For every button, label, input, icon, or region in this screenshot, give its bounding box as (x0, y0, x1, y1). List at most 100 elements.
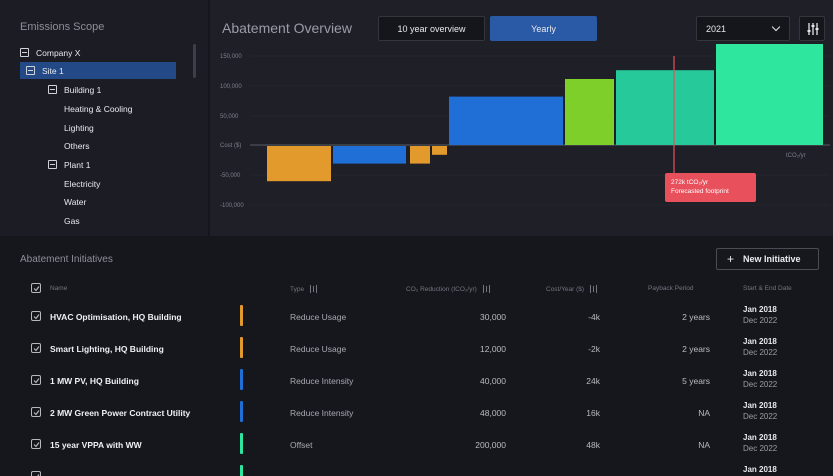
category-color-bar (240, 337, 243, 358)
minus-box-icon[interactable] (20, 48, 29, 57)
category-color-bar (240, 433, 243, 454)
new-initiative-button[interactable]: + New Initiative (716, 248, 819, 270)
row-checkbox[interactable] (31, 311, 41, 321)
start-date: Jan 2018 (743, 401, 777, 410)
abatement-chart: 150,000 100,000 50,000 Cost ($) -50,000 -100,… (220, 44, 830, 209)
column-options-icon[interactable] (590, 285, 598, 293)
row-checkbox[interactable] (31, 375, 41, 385)
check-icon (33, 442, 40, 448)
y-tick-label: -100,000 (220, 203, 244, 209)
tree-item-label: Water (64, 196, 87, 207)
tree-item-label: Lighting (64, 122, 94, 133)
plus-icon: + (727, 252, 735, 266)
row-checkbox[interactable] (31, 471, 41, 476)
column-header-cost[interactable]: Cost/Year ($) (546, 285, 598, 293)
column-options-icon[interactable] (310, 285, 318, 293)
y-tick-label: Cost ($) (220, 143, 241, 149)
x-axis-unit-label: tCO₂/yr (786, 153, 806, 159)
filter-button[interactable] (799, 16, 825, 41)
column-header-payback[interactable]: Payback Period (648, 285, 694, 292)
tree-item[interactable]: Lighting (64, 119, 94, 136)
chart-bar[interactable] (333, 146, 406, 164)
year-select[interactable]: 2021 (696, 16, 790, 41)
chart-bar[interactable] (410, 146, 430, 164)
tree-scrollbar[interactable] (193, 44, 196, 78)
tree-item[interactable]: Water (64, 193, 86, 210)
table-row[interactable]: 1 MW PV, HQ Building Reduce Intensity 40,0… (0, 364, 833, 396)
chart-bar[interactable] (432, 146, 447, 155)
new-initiative-label: New Initiative (743, 254, 801, 264)
initiative-type: Reduce Intensity (290, 376, 354, 386)
chart-bar[interactable] (616, 70, 714, 145)
payback-period: NA (698, 408, 710, 418)
payback-period: 5 years (682, 376, 710, 386)
tree-item-label: Plant 1 (64, 159, 91, 170)
tree-item-label: Building 1 (64, 84, 102, 95)
tree-item[interactable]: Others (64, 137, 90, 154)
column-header-co2[interactable]: CO₂ Reduction (tCO₂/yr) (406, 285, 490, 293)
column-header-type[interactable]: Type (290, 285, 318, 293)
row-checkbox[interactable] (31, 407, 41, 417)
check-icon (33, 410, 40, 416)
initiative-name[interactable]: 1 MW PV, HQ Building (50, 376, 139, 386)
table-row[interactable]: Smart Lighting, HQ Building Reduce Usage 1… (0, 332, 833, 364)
co2-reduction: 200,000 (475, 440, 506, 450)
initiative-name[interactable]: 2 MW Green Power Contract Utility (50, 408, 190, 418)
end-date: Dec 2022 (743, 316, 778, 325)
category-color-bar (240, 401, 243, 422)
tree-item-label: Site 1 (42, 65, 64, 76)
cost-per-year: 16k (586, 408, 600, 418)
chart-bar[interactable] (716, 44, 823, 146)
chart-bar[interactable] (267, 146, 331, 182)
initiative-name[interactable]: 15 year VPPA with WW (50, 440, 142, 450)
column-options-icon[interactable] (482, 285, 490, 293)
tree-item-label: Gas (64, 215, 80, 226)
tree-item[interactable]: Electricity (64, 175, 100, 192)
payback-period: 2 years (682, 344, 710, 354)
chart-bar[interactable] (565, 79, 614, 145)
payback-period: NA (698, 440, 710, 450)
tooltip-label: Forecasted footprint (671, 188, 729, 195)
initiative-type: Reduce Usage (290, 344, 347, 354)
tree-item[interactable]: Heating & Cooling (64, 100, 133, 117)
initiative-name[interactable]: HVAC Optimisation, HQ Building (50, 312, 182, 322)
end-date: Dec 2022 (743, 444, 778, 453)
table-row[interactable]: 15 year VPPA with WW Offset 200,000 48k NA Ja… (0, 428, 833, 460)
tree-item[interactable]: Building 1 (48, 81, 101, 98)
yearly-button[interactable]: Yearly (490, 16, 597, 41)
row-checkbox[interactable] (31, 343, 41, 353)
row-checkbox[interactable] (31, 439, 41, 449)
emissions-scope-panel: Emissions Scope Company X Site 1 Building … (0, 0, 208, 236)
initiative-type: Offset (290, 440, 313, 450)
minus-box-icon[interactable] (26, 66, 35, 75)
start-date: Jan 2018 (743, 433, 777, 442)
column-header-dates[interactable]: Start & End Date (743, 285, 792, 292)
category-color-bar (240, 305, 243, 326)
table-row[interactable]: Jan 2018 (0, 460, 833, 476)
check-icon (33, 346, 40, 352)
tree-item[interactable]: Gas (64, 212, 80, 229)
tree-item[interactable]: Plant 1 (48, 156, 90, 173)
minus-box-icon[interactable] (48, 160, 57, 169)
abatement-overview-panel: Abatement Overview 10 year overview Year… (210, 0, 833, 236)
chart-bar[interactable] (449, 96, 563, 145)
cost-per-year: 24k (586, 376, 600, 386)
forecast-tooltip: 272k tCO₂/yr Forecasted footprint (665, 173, 756, 202)
table-row[interactable]: HVAC Optimisation, HQ Building Reduce Usa… (0, 300, 833, 332)
check-icon (33, 286, 40, 292)
column-header-name[interactable]: Name (50, 285, 67, 292)
payback-period: 2 years (682, 312, 710, 322)
chevron-down-icon (771, 22, 781, 32)
initiative-name[interactable]: Smart Lighting, HQ Building (50, 344, 164, 354)
tooltip-value: 272k tCO₂/yr (671, 179, 709, 186)
cost-per-year: -4k (588, 312, 600, 322)
co2-reduction: 40,000 (480, 376, 506, 386)
check-icon (33, 378, 40, 384)
table-row[interactable]: 2 MW Green Power Contract Utility Reduce … (0, 396, 833, 428)
tree-item[interactable]: Site 1 (20, 62, 176, 79)
tree-item[interactable]: Company X (20, 44, 80, 61)
select-all-checkbox[interactable] (31, 283, 41, 293)
end-date: Dec 2022 (743, 412, 778, 421)
ten-year-overview-button[interactable]: 10 year overview (378, 16, 485, 41)
minus-box-icon[interactable] (48, 85, 57, 94)
